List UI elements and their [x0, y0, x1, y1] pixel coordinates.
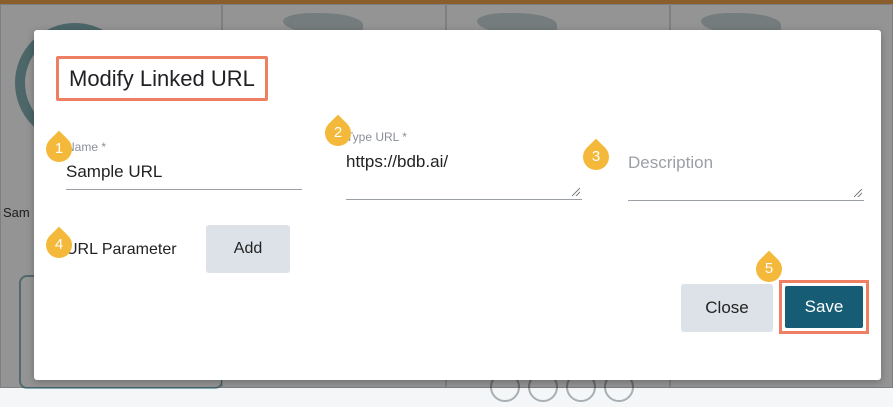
- add-parameter-button[interactable]: Add: [206, 225, 290, 273]
- callout-number: 2: [333, 124, 343, 141]
- type-url-label: Type URL *: [346, 130, 407, 144]
- name-underline: [66, 189, 302, 190]
- title-highlight: Modify Linked URL: [56, 56, 268, 101]
- name-label: Name *: [66, 140, 107, 154]
- callout-number: 5: [764, 260, 774, 277]
- name-field[interactable]: Name * Sample URL: [66, 140, 302, 190]
- callout-number: 4: [54, 236, 64, 253]
- resize-handle-icon[interactable]: [854, 189, 862, 197]
- callout-badge-1: 1: [40, 130, 78, 168]
- callout-badge-3: 3: [577, 138, 615, 176]
- type-url-underline: [346, 199, 582, 200]
- callout-badge-2: 2: [319, 114, 357, 152]
- callout-number: 3: [591, 148, 601, 165]
- description-underline: [628, 200, 864, 201]
- dialog-title: Modify Linked URL: [69, 66, 255, 91]
- type-url-input[interactable]: https://bdb.ai/: [346, 152, 582, 172]
- callout-badge-4: 4: [40, 226, 78, 264]
- save-button[interactable]: Save: [785, 286, 863, 328]
- close-button[interactable]: Close: [681, 284, 773, 332]
- resize-handle-icon[interactable]: [572, 188, 580, 196]
- description-field[interactable]: Description: [628, 153, 864, 201]
- callout-number: 1: [54, 140, 64, 157]
- name-input[interactable]: Sample URL: [66, 162, 302, 182]
- modify-linked-url-dialog: Modify Linked URL Name * Sample URL Type…: [34, 30, 881, 380]
- save-highlight: Save: [779, 280, 869, 334]
- type-url-field[interactable]: Type URL * https://bdb.ai/: [346, 130, 582, 200]
- callout-badge-5: 5: [750, 250, 788, 288]
- url-parameter-label: URL Parameter: [66, 241, 177, 258]
- description-input[interactable]: Description: [628, 153, 864, 173]
